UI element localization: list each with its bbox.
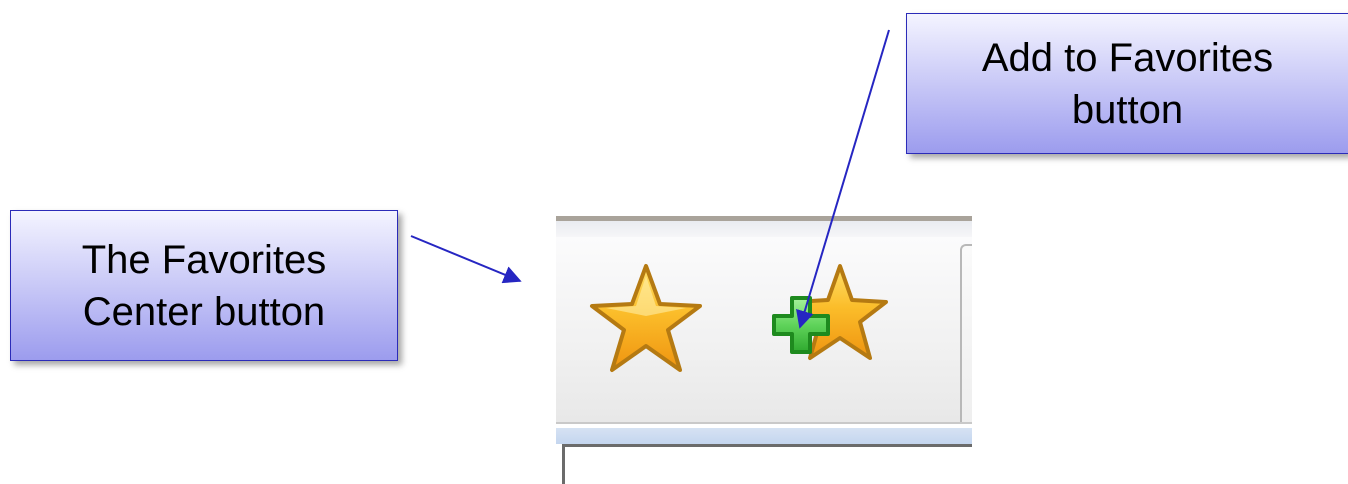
toolbar-blue-band xyxy=(556,428,972,444)
browser-toolbar xyxy=(556,216,972,484)
add-to-favorites-button[interactable] xyxy=(770,260,890,382)
adjacent-control-edge xyxy=(960,244,972,432)
callout-center-line1: The Favorites xyxy=(81,237,327,282)
annotated-screenshot: Add to Favorites button The Favorites Ce… xyxy=(0,0,1348,484)
callout-add-line1: Add to Favorites xyxy=(981,35,1274,80)
add-to-favorites-icon xyxy=(772,264,888,360)
content-frame-edge xyxy=(562,444,972,484)
callout-center-line2: Center button xyxy=(82,289,326,334)
favorites-star-icon xyxy=(590,264,702,372)
toolbar-top-strip xyxy=(556,221,972,237)
favorites-center-button[interactable] xyxy=(586,260,706,382)
callout-add-to-favorites: Add to Favorites button xyxy=(906,13,1348,154)
callout-add-line2: button xyxy=(1071,87,1184,132)
arrow-to-favorites-center xyxy=(410,235,522,284)
callout-favorites-center: The Favorites Center button xyxy=(10,210,398,361)
